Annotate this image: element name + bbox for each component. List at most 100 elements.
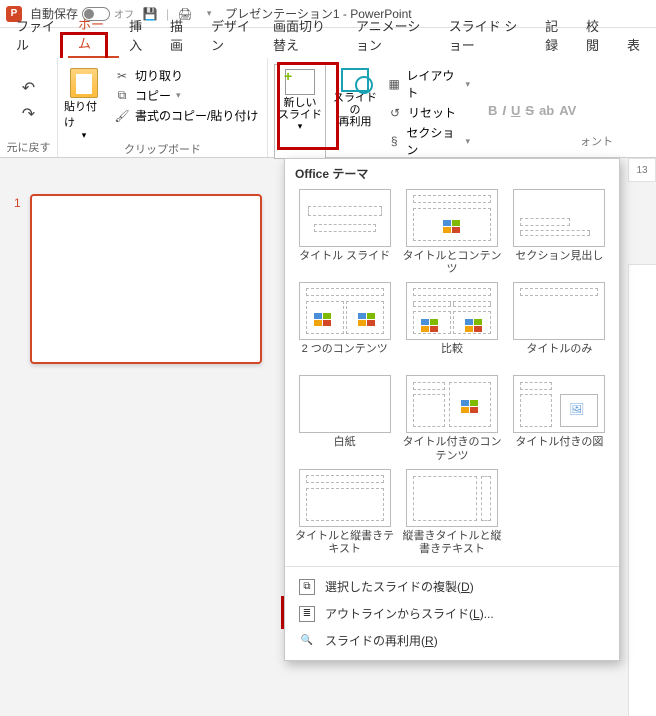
cut-button[interactable]: ✂ 切り取り: [112, 66, 260, 85]
layout-label: 比較: [441, 343, 463, 369]
chevron-down-icon: ▾: [82, 130, 87, 141]
paste-button[interactable]: 貼り付け ▾: [64, 62, 104, 141]
new-slide-icon: +: [285, 69, 315, 95]
copy-button[interactable]: ⧉ コピー ▾: [112, 86, 260, 105]
layout-two-content[interactable]: 2 つのコンテンツ: [295, 282, 394, 369]
redo-button[interactable]: ↷: [9, 103, 49, 125]
section-icon: §: [387, 133, 401, 149]
layout-blank[interactable]: 白紙: [295, 375, 394, 462]
reuse-slides-button[interactable]: スライドの 再利用: [329, 64, 381, 159]
tab-file[interactable]: ファイル: [6, 11, 68, 58]
underline-button[interactable]: U: [511, 103, 520, 118]
group-label-clipboard: クリップボード: [64, 141, 261, 159]
scissors-icon: ✂: [114, 68, 130, 84]
reset-label: リセット: [408, 104, 456, 121]
layout-thumb-icon: [299, 375, 391, 433]
search-slides-icon: 🔍: [299, 633, 315, 649]
copy-icon: ⧉: [114, 88, 130, 104]
layout-thumb-icon: [406, 375, 498, 433]
layout-title-vertical-text[interactable]: タイトルと縦書きテキスト: [295, 469, 394, 556]
paintbrush-icon: 🖌: [114, 108, 130, 124]
toggle-off-icon: [82, 7, 110, 21]
cut-label: 切り取り: [135, 67, 183, 84]
ruler-marker: 13: [628, 158, 656, 182]
new-slide-gallery: ォント Office テーマ タイトル スライド タイトルとコンテンツ セクショ…: [284, 158, 620, 661]
tab-animations[interactable]: アニメーション: [346, 11, 439, 58]
clipboard-icon: [70, 68, 98, 98]
layout-thumb-icon: [299, 469, 391, 527]
layout-title-only[interactable]: タイトルのみ: [510, 282, 609, 369]
tab-design[interactable]: デザイン: [201, 11, 263, 58]
layout-comparison[interactable]: 比較: [402, 282, 501, 369]
bold-button[interactable]: B: [488, 103, 497, 118]
strikethrough-button[interactable]: S: [525, 103, 534, 118]
format-painter-label: 書式のコピー/貼り付け: [135, 107, 258, 124]
italic-button[interactable]: I: [502, 103, 506, 118]
chevron-down-icon: ▾: [465, 136, 470, 147]
layout-label: 2 つのコンテンツ: [302, 343, 388, 369]
ribbon: ↶ ↷ 元に戻す 貼り付け ▾ ✂ 切り取り ⧉ コピー: [0, 58, 656, 158]
tab-insert[interactable]: 挿入: [119, 11, 160, 58]
gallery-header: Office テーマ: [285, 159, 619, 185]
chevron-down-icon: ▾: [176, 90, 181, 101]
picture-icon: 🖼: [569, 402, 584, 416]
outline-icon: ≣: [299, 606, 315, 622]
layout-thumb-icon: [406, 469, 498, 527]
layout-thumb-icon: [406, 189, 498, 247]
layout-label: タイトルのみ: [526, 343, 592, 369]
layout-content-caption[interactable]: タイトル付きのコンテンツ: [402, 375, 501, 462]
shadow-button[interactable]: ab: [539, 103, 554, 118]
font-group: B I U S ab AV: [478, 58, 580, 157]
slides-from-outline-item[interactable]: ≣ アウトラインからスライド(L)...: [285, 600, 619, 627]
ribbon-tabs: ファイル ホーム 挿入 描画 デザイン 画面切り替え アニメーション スライド …: [0, 28, 656, 58]
layout-thumb-icon: [513, 189, 605, 247]
char-spacing-button[interactable]: AV: [559, 103, 576, 118]
layout-label: タイトル付きの図: [515, 436, 603, 462]
font-group-label-partial: ォント: [580, 133, 613, 149]
group-label-undo: 元に戻す: [6, 139, 51, 157]
tab-draw[interactable]: 描画: [160, 11, 201, 58]
layout-label: 白紙: [334, 436, 356, 462]
slide-number: 1: [14, 196, 21, 210]
layout-thumb-icon: [406, 282, 498, 340]
tab-slideshow[interactable]: スライド ショー: [439, 11, 535, 58]
outline-label: アウトラインからスライド(L)...: [325, 605, 494, 622]
undo-button[interactable]: ↶: [9, 77, 49, 99]
slide-thumbnail[interactable]: [30, 194, 262, 364]
layout-label: レイアウト: [406, 67, 460, 101]
layout-vertical-title-text[interactable]: 縦書きタイトルと縦書きテキスト: [402, 469, 501, 556]
chevron-down-icon: ▾: [298, 121, 303, 132]
layout-label: 縦書きタイトルと縦書きテキスト: [402, 530, 501, 556]
layout-title-content[interactable]: タイトルとコンテンツ: [402, 189, 501, 276]
layout-label: タイトルと縦書きテキスト: [295, 530, 394, 556]
tab-review[interactable]: 校閲: [576, 11, 617, 58]
layout-title-slide[interactable]: タイトル スライド: [295, 189, 394, 276]
reset-button[interactable]: ↺ リセット: [385, 103, 472, 122]
layout-section-header[interactable]: セクション見出し: [510, 189, 609, 276]
reuse-slides-label: スライドの 再利用: [329, 92, 381, 128]
slide-thumbnail-pane[interactable]: 1: [0, 158, 260, 716]
section-button[interactable]: § セクション ▾: [385, 123, 472, 159]
chevron-down-icon: ▾: [465, 79, 470, 90]
layout-button[interactable]: ▦ レイアウト ▾: [385, 66, 472, 102]
layout-label: タイトル付きのコンテンツ: [402, 436, 501, 462]
layout-picture-caption[interactable]: 🖼 タイトル付きの図: [510, 375, 609, 462]
redo-icon: ↷: [15, 103, 43, 125]
layout-label: セクション見出し: [515, 250, 603, 276]
layout-thumb-icon: [299, 282, 391, 340]
editor-area-edge: [628, 264, 656, 716]
layout-icon: ▦: [387, 76, 401, 92]
section-label: セクション: [406, 124, 460, 158]
duplicate-label: 選択したスライドの複製(D): [325, 578, 474, 595]
tab-transitions[interactable]: 画面切り替え: [263, 11, 346, 58]
copy-label: コピー: [135, 87, 171, 104]
tab-view[interactable]: 表: [617, 30, 650, 58]
reuse-label: スライドの再利用(R): [325, 632, 438, 649]
reuse-slides-item[interactable]: 🔍 スライドの再利用(R): [285, 627, 619, 654]
duplicate-icon: ⧉: [299, 579, 315, 595]
reuse-slides-icon: [341, 68, 369, 92]
tab-record[interactable]: 記録: [535, 11, 576, 58]
duplicate-slides-item[interactable]: ⧉ 選択したスライドの複製(D): [285, 573, 619, 600]
format-painter-button[interactable]: 🖌 書式のコピー/貼り付け: [112, 106, 260, 125]
new-slide-button[interactable]: + 新しい スライド ▾: [274, 64, 326, 159]
